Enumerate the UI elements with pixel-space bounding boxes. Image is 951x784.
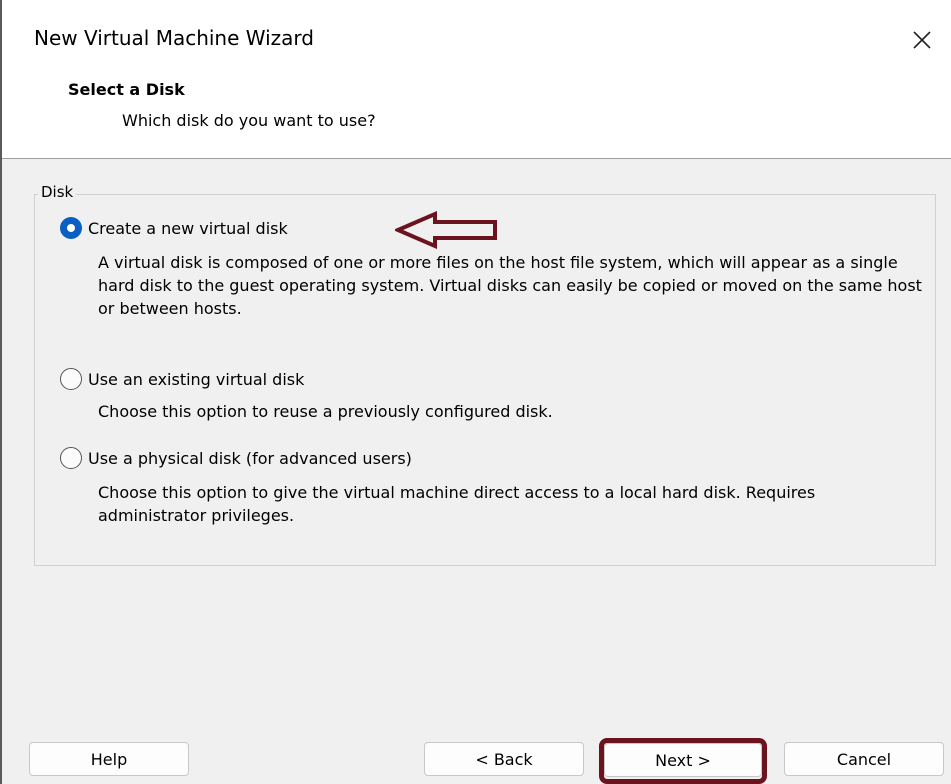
- cancel-button[interactable]: Cancel: [784, 742, 944, 776]
- option-use-physical-disk[interactable]: Use a physical disk (for advanced users): [60, 447, 412, 469]
- option-label: Create a new virtual disk: [88, 218, 288, 238]
- title-bar: New Virtual Machine Wizard: [2, 0, 951, 76]
- close-button[interactable]: [902, 20, 942, 60]
- option-description: Choose this option to reuse a previously…: [98, 402, 553, 421]
- help-button[interactable]: Help: [29, 742, 189, 776]
- option-description: A virtual disk is composed of one or mor…: [98, 253, 922, 318]
- next-button[interactable]: Next >: [604, 743, 762, 777]
- option-label: Use an existing virtual disk: [88, 369, 305, 389]
- wizard-header: Select a Disk Which disk do you want to …: [2, 76, 951, 159]
- option-create-new-disk[interactable]: Create a new virtual disk: [60, 217, 288, 239]
- wizard-window: New Virtual Machine Wizard Select a Disk…: [0, 0, 951, 784]
- option-label: Use a physical disk (for advanced users): [88, 448, 412, 468]
- disk-groupbox-legend: Disk: [38, 183, 77, 201]
- page-title: Select a Disk: [68, 80, 185, 99]
- window-title: New Virtual Machine Wizard: [34, 26, 314, 50]
- page-subtitle: Which disk do you want to use?: [122, 111, 376, 130]
- back-button[interactable]: < Back: [424, 742, 584, 776]
- close-icon: [913, 31, 931, 49]
- radio-use-existing-disk[interactable]: [60, 368, 82, 390]
- arrow-left-annotation-icon: [395, 211, 497, 249]
- option-use-existing-disk[interactable]: Use an existing virtual disk: [60, 368, 304, 390]
- radio-use-physical-disk[interactable]: [60, 447, 82, 469]
- option-description: Choose this option to give the virtual m…: [98, 483, 816, 525]
- radio-create-new-disk[interactable]: [60, 217, 82, 239]
